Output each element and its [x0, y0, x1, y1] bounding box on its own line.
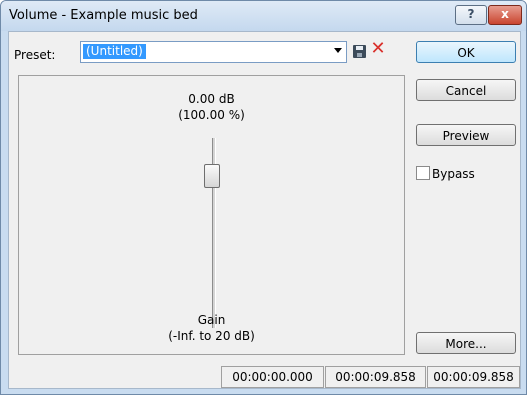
status-time-end: 00:00:09.858	[325, 366, 426, 388]
status-time-start: 00:00:00.000	[221, 366, 324, 388]
delete-icon[interactable]: ✕	[370, 39, 386, 59]
gain-range-label: (-Inf. to 20 dB)	[168, 329, 255, 343]
preset-dropdown[interactable]: (Untitled)	[80, 41, 347, 63]
bypass-label[interactable]: Bypass	[432, 167, 475, 181]
preview-button[interactable]: Preview	[416, 124, 516, 146]
dropdown-arrow-icon[interactable]	[334, 48, 342, 53]
bypass-checkbox[interactable]	[416, 166, 430, 180]
window-title: Volume - Example music bed	[9, 8, 198, 23]
help-icon: ?	[467, 7, 475, 21]
preset-label: Preset:	[14, 48, 56, 62]
gain-label: Gain	[197, 313, 226, 327]
gain-db-readout: 0.00 dB	[188, 92, 235, 106]
close-icon: x	[501, 7, 509, 21]
title-bar[interactable]: Volume - Example music bed ? x	[1, 1, 526, 31]
gain-percent-readout: (100.00 %)	[178, 108, 245, 122]
dialog-window: Volume - Example music bed ? x Preset: (…	[0, 0, 527, 395]
status-time-length: 00:00:09.858	[427, 366, 520, 388]
preset-value: (Untitled)	[83, 44, 146, 59]
more-button[interactable]: More...	[416, 332, 516, 354]
gain-slider-thumb[interactable]	[204, 164, 220, 188]
help-button[interactable]: ?	[455, 5, 487, 25]
ok-button[interactable]: OK	[416, 41, 516, 63]
cancel-button[interactable]: Cancel	[416, 79, 516, 101]
save-icon[interactable]	[353, 45, 366, 58]
dialog-body: Preset: (Untitled) ✕ OK Cancel Preview B…	[8, 31, 521, 389]
close-button[interactable]: x	[488, 5, 522, 25]
gain-panel: 0.00 dB (100.00 %) Gain (-Inf. to 20 dB)	[18, 75, 405, 355]
